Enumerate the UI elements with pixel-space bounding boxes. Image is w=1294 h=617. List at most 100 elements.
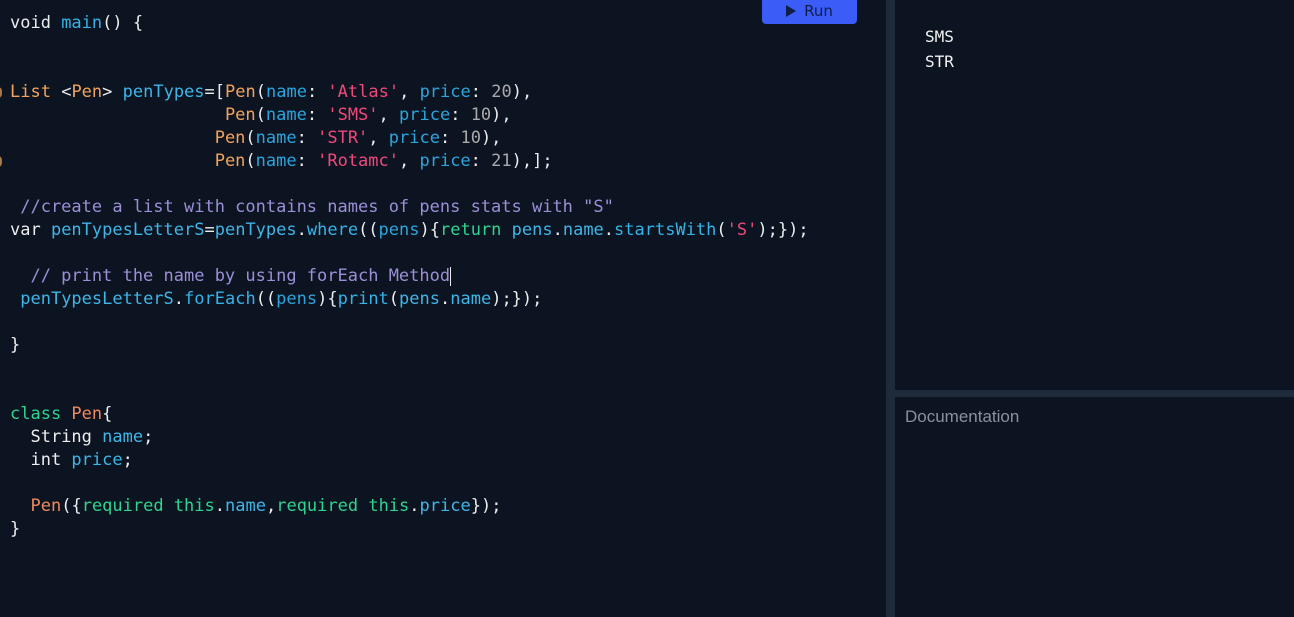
code-token: . — [296, 220, 307, 240]
code-token: price — [419, 496, 471, 516]
code-token: );}); — [757, 220, 809, 240]
code-line[interactable]: // print the name by using forEach Metho… — [10, 265, 809, 288]
code-token: , — [399, 82, 420, 102]
documentation-panel: Documentation — [895, 397, 1294, 617]
code-editor[interactable]: void main() { List <Pen> penTypes=[Pen(n… — [0, 0, 886, 617]
code-line[interactable]: } — [10, 334, 809, 357]
code-line[interactable]: Pen(name: 'Rotamc', price: 21),]; — [0, 150, 809, 173]
run-button-label: Run — [804, 1, 833, 20]
code-token: ),]; — [511, 151, 553, 171]
code-line[interactable] — [10, 311, 809, 334]
code-line[interactable]: Pen({required this.name,required this.pr… — [10, 495, 809, 518]
code-token: ( — [388, 289, 400, 309]
code-token: ), — [480, 128, 502, 148]
code-line[interactable] — [10, 380, 809, 403]
code-token: ), — [491, 105, 512, 125]
code-token: name — [255, 128, 297, 148]
code-token: . — [409, 496, 420, 516]
code-line[interactable] — [10, 357, 809, 380]
code-line[interactable]: //create a list with contains names of p… — [10, 196, 809, 219]
code-token: . — [440, 289, 451, 309]
code-line[interactable]: String name; — [10, 426, 809, 449]
fold-marker-icon[interactable] — [0, 87, 2, 98]
code-token: String — [10, 427, 103, 447]
code-token: class — [10, 404, 72, 424]
code-line[interactable]: int price; — [10, 449, 809, 472]
code-token: price — [71, 450, 123, 470]
code-token: 10 — [460, 128, 481, 148]
code-token: }); — [470, 496, 502, 516]
code-token: : — [306, 105, 328, 125]
code-area[interactable]: void main() { List <Pen> penTypes=[Pen(n… — [0, 12, 809, 541]
code-line[interactable]: Pen(name: 'SMS', price: 10), — [10, 104, 809, 127]
console-line: STR — [925, 52, 954, 71]
code-token: penTypes — [122, 82, 205, 102]
code-token: name — [265, 82, 307, 102]
code-token: : — [450, 105, 471, 125]
code-token: Pen — [224, 105, 256, 125]
code-token: Pen — [30, 496, 62, 516]
code-token: . — [214, 496, 226, 516]
code-token: var — [10, 220, 51, 240]
code-token: required — [276, 496, 369, 516]
code-token: name — [225, 496, 266, 516]
code-token: pens — [276, 289, 318, 309]
code-token: penTypesLetterS — [20, 289, 174, 309]
code-line[interactable] — [10, 58, 809, 81]
code-line[interactable]: void main() { — [10, 12, 809, 35]
code-token: (( — [255, 289, 277, 309]
code-token: price — [419, 151, 471, 171]
code-token: ), — [511, 82, 533, 102]
code-token: pens — [399, 289, 440, 309]
code-token: price — [399, 105, 451, 125]
run-button[interactable]: Run — [762, 0, 857, 24]
vertical-splitter[interactable] — [886, 0, 895, 617]
code-token: //create a list with contains names of p… — [10, 197, 614, 217]
code-token: Pen — [214, 128, 246, 148]
code-line[interactable]: Pen(name: 'STR', price: 10), — [10, 127, 809, 150]
code-line[interactable]: class Pen{ — [10, 403, 809, 426]
code-token: main — [61, 13, 103, 33]
code-line[interactable]: var penTypesLetterS=penTypes.where((pens… — [10, 219, 809, 242]
code-token: this — [173, 496, 215, 516]
code-token: forEach — [184, 289, 256, 309]
code-token: 21 — [491, 151, 512, 171]
code-token: Pen — [214, 151, 246, 171]
code-token: ){ — [317, 289, 338, 309]
code-token: ( — [245, 151, 256, 171]
code-token: name — [562, 220, 604, 240]
code-token: int — [10, 450, 72, 470]
code-token: Pen — [71, 82, 103, 102]
code-token: =[ — [204, 82, 226, 102]
code-token: return — [439, 220, 512, 240]
code-token: );}); — [491, 289, 543, 309]
code-token: 'Rotamc' — [317, 151, 399, 171]
code-line[interactable] — [10, 472, 809, 495]
fold-marker-icon[interactable] — [0, 156, 2, 167]
code-line[interactable]: List <Pen> penTypes=[Pen(name: 'Atlas', … — [0, 81, 809, 104]
code-token: price — [388, 128, 440, 148]
code-token: name — [255, 151, 297, 171]
code-line[interactable] — [10, 35, 809, 58]
code-line[interactable] — [10, 242, 809, 265]
code-token: } — [10, 519, 21, 539]
horizontal-splitter[interactable] — [895, 390, 1294, 397]
code-token: ({ — [61, 496, 82, 516]
code-token: Pen — [71, 404, 103, 424]
code-token: 'STR' — [317, 128, 369, 148]
code-token: . — [603, 220, 615, 240]
code-line[interactable] — [10, 173, 809, 196]
code-token: ; — [143, 427, 154, 447]
code-line[interactable]: } — [10, 518, 809, 541]
code-token: . — [552, 220, 563, 240]
code-line[interactable]: penTypesLetterS.forEach((pens){print(pen… — [10, 288, 809, 311]
code-token: ( — [255, 105, 266, 125]
code-token: required — [81, 496, 174, 516]
code-token: print — [337, 289, 389, 309]
code-token: where — [306, 220, 359, 240]
code-token: pens — [511, 220, 553, 240]
code-token: { — [102, 404, 113, 424]
